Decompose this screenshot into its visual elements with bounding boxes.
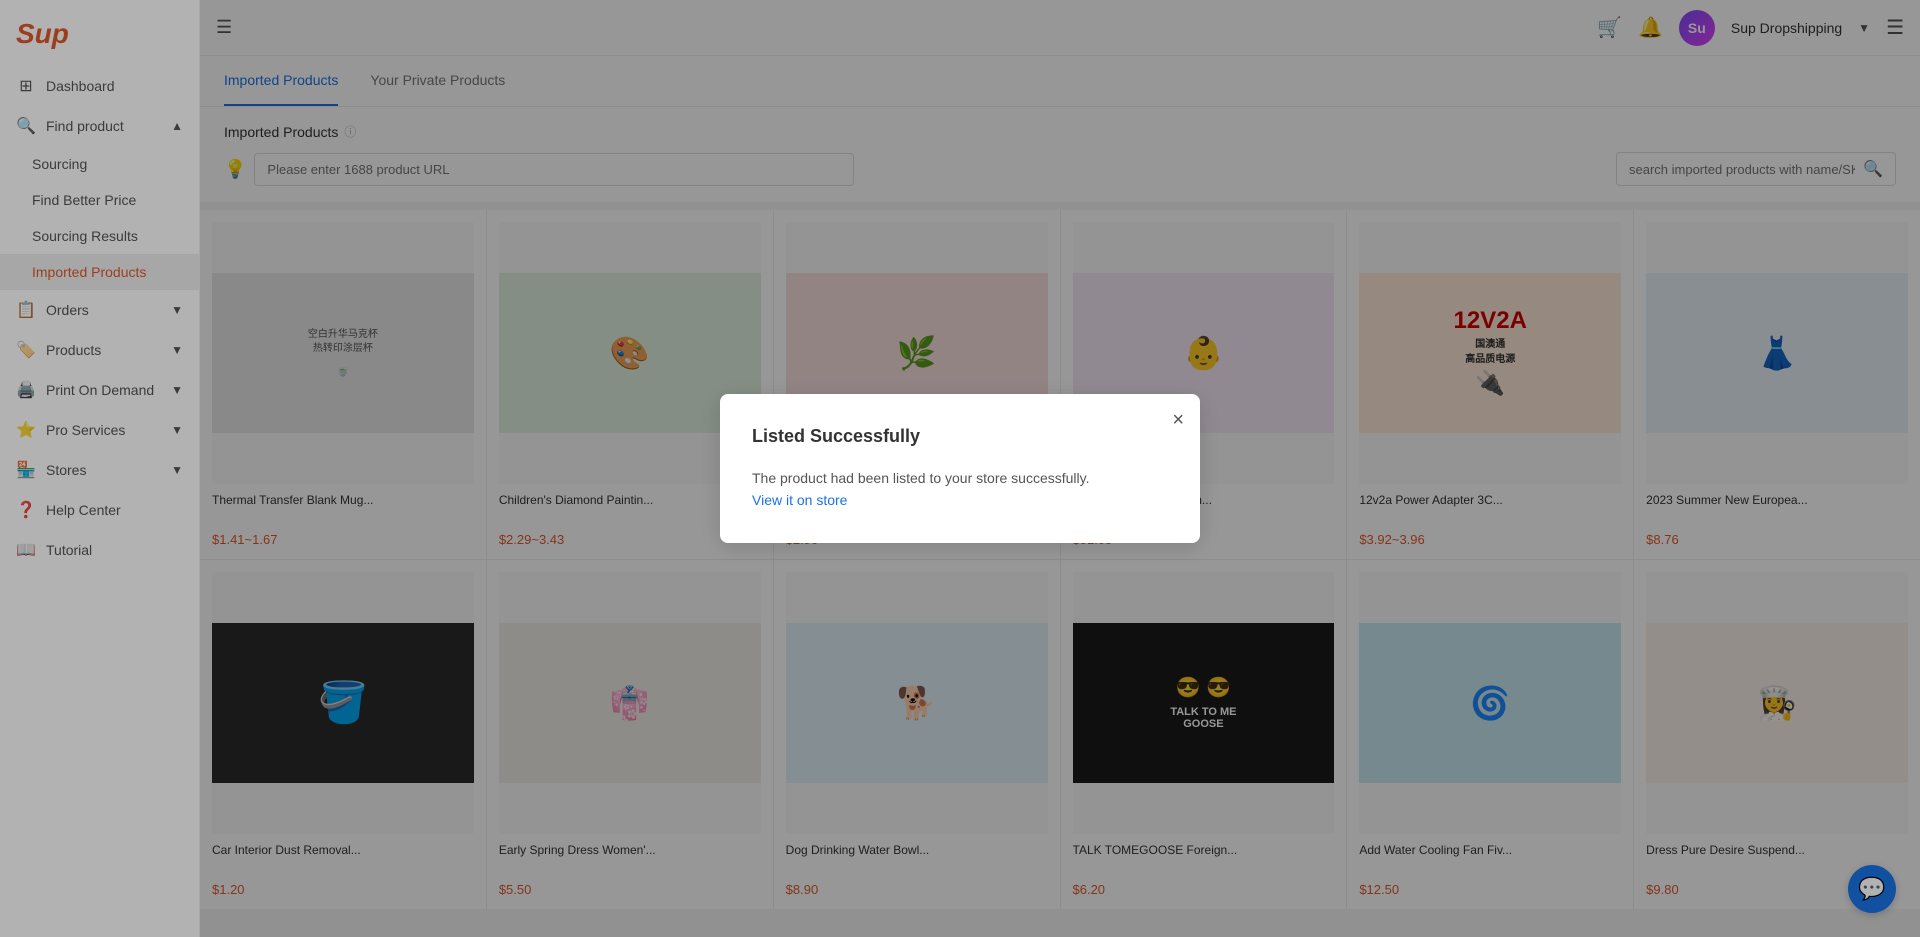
- modal-body: The product had been listed to your stor…: [752, 467, 1168, 512]
- success-modal: × Listed Successfully The product had be…: [720, 394, 1200, 544]
- view-on-store-link[interactable]: View it on store: [752, 492, 847, 508]
- modal-overlay: × Listed Successfully The product had be…: [0, 0, 1920, 937]
- modal-body-text: The product had been listed to your stor…: [752, 470, 1089, 486]
- modal-title: Listed Successfully: [752, 426, 1168, 447]
- modal-close-button[interactable]: ×: [1172, 410, 1184, 430]
